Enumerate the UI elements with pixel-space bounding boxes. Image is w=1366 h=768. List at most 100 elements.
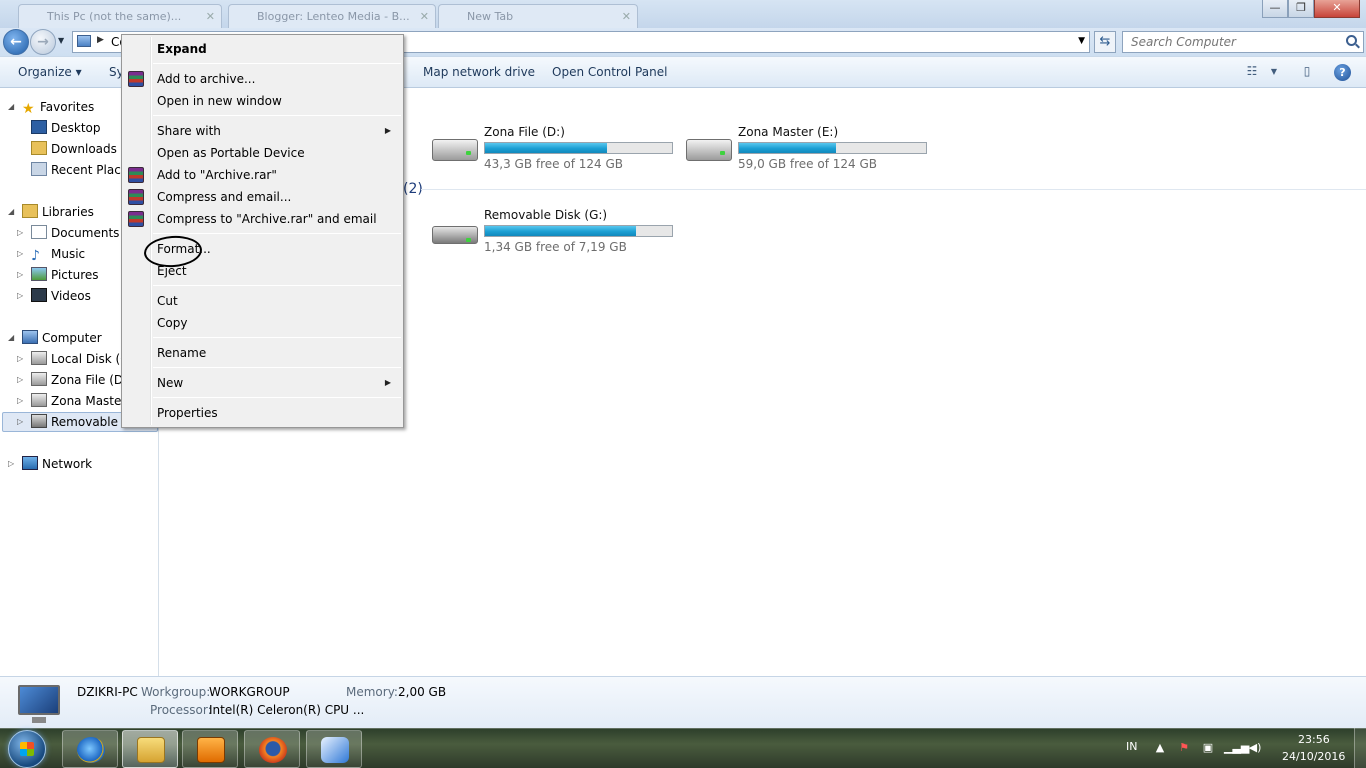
preview-pane-icon[interactable]: ▯ (1297, 64, 1317, 80)
drive-tile[interactable]: Zona File (D:) 43,3 GB free of 124 GB (432, 125, 682, 175)
nav-documents[interactable]: ▷ Documents (17, 223, 119, 243)
menu-item-share-with[interactable]: Share with ▶ (124, 120, 401, 142)
taskbar-explorer[interactable] (122, 730, 178, 768)
nav-desktop[interactable]: Desktop (31, 118, 101, 138)
processor-value: Intel(R) Celeron(R) CPU ... (209, 703, 365, 717)
drive-usage-fill (485, 143, 607, 153)
nav-favorites[interactable]: ◢ ★ Favorites (8, 97, 94, 117)
change-view-icon[interactable]: ☷ (1242, 64, 1262, 80)
libraries-icon (22, 204, 38, 218)
nav-zona-file[interactable]: ▷ Zona File (D:) (17, 370, 132, 390)
menu-separator (153, 397, 401, 398)
nav-recent-places[interactable]: Recent Places (31, 160, 134, 180)
menu-item-compress-email[interactable]: Compress and email... (124, 186, 401, 208)
hard-drive-icon (432, 139, 478, 161)
show-desktop-button[interactable] (1354, 728, 1366, 768)
winrar-icon (128, 189, 144, 205)
nav-videos[interactable]: ▷ Videos (17, 286, 91, 306)
nav-downloads[interactable]: Downloads (31, 139, 117, 159)
menu-separator (153, 233, 401, 234)
desktop-icon (31, 120, 47, 134)
submenu-arrow-icon: ▶ (384, 378, 391, 387)
pictures-icon (31, 267, 47, 281)
menu-item-new[interactable]: New ▶ (124, 372, 401, 394)
action-center-icon[interactable]: ⚑ (1177, 742, 1191, 754)
chevron-down-icon[interactable]: ▼ (1264, 67, 1284, 83)
taskbar-app[interactable] (306, 730, 362, 768)
taskbar: IN ▲ ⚑ ▣ ▁▃▅ ◀) 23:56 24/10/2016 (0, 728, 1366, 768)
nav-network[interactable]: ▷ Network (8, 454, 92, 474)
music-icon: ♪ (31, 248, 40, 264)
map-network-drive-button[interactable]: Map network drive (423, 65, 535, 79)
search-icon[interactable] (1346, 35, 1357, 46)
videos-icon (31, 288, 47, 302)
menu-item-properties[interactable]: Properties (124, 402, 401, 424)
organize-button[interactable]: Organize ▾ (18, 65, 82, 79)
nav-music[interactable]: ▷ ♪ Music (17, 244, 85, 264)
maximize-button[interactable]: ❐ (1288, 0, 1314, 18)
open-control-panel-button[interactable]: Open Control Panel (552, 65, 667, 79)
chevron-right-icon[interactable]: ▶ (97, 35, 104, 45)
minimize-button[interactable]: — (1262, 0, 1288, 18)
hard-drive-icon (686, 139, 732, 161)
help-icon[interactable]: ? (1334, 64, 1351, 81)
nav-zona-master[interactable]: ▷ Zona Master (17, 391, 126, 411)
taskbar-firefox[interactable] (244, 730, 300, 768)
refresh-button[interactable]: ⇆ (1094, 31, 1116, 53)
browser-tab[interactable]: New Tab ✕ (438, 4, 638, 28)
nav-local-disk[interactable]: ▷ Local Disk (C: (17, 349, 133, 369)
documents-icon (31, 225, 47, 239)
menu-item-add-to-archive[interactable]: Add to archive... (124, 68, 401, 90)
clock-time[interactable]: 23:56 (1298, 733, 1330, 746)
chevron-up-icon[interactable]: ▲ (1153, 742, 1167, 754)
bird-app-icon (321, 737, 349, 763)
nav-pictures[interactable]: ▷ Pictures (17, 265, 99, 285)
drive-free-space: 1,34 GB free of 7,19 GB (484, 240, 627, 254)
drive-free-space: 43,3 GB free of 124 GB (484, 157, 623, 171)
menu-item-expand[interactable]: Expand (124, 38, 401, 60)
group-count: (2) (403, 181, 423, 197)
close-button[interactable]: ✕ (1314, 0, 1360, 18)
menu-item-open-new-window[interactable]: Open in new window (124, 90, 401, 112)
language-indicator[interactable]: IN (1126, 740, 1137, 753)
clock-date[interactable]: 24/10/2016 (1282, 750, 1345, 763)
pc-name: DZIKRI-PC (77, 685, 138, 699)
back-button[interactable]: ← (3, 29, 29, 55)
browser-tab-strip: This Pc (not the same)... ✕ Blogger: Lent… (0, 0, 1366, 28)
menu-item-cut[interactable]: Cut (124, 290, 401, 312)
signal-icon[interactable]: ▁▃▅ (1224, 742, 1249, 754)
drive-tile[interactable]: Zona Master (E:) 59,0 GB free of 124 GB (686, 125, 936, 175)
drive-usage-bar (738, 142, 927, 154)
menu-item-add-to-archive-rar[interactable]: Add to "Archive.rar" (124, 164, 401, 186)
browser-tab[interactable]: This Pc (not the same)... ✕ (18, 4, 222, 28)
recent-pages-dropdown[interactable]: ▼ (58, 36, 68, 45)
browser-tab[interactable]: Blogger: Lenteo Media - B... ✕ (228, 4, 436, 28)
usb-device-icon[interactable]: ▣ (1201, 742, 1215, 754)
forward-button[interactable]: → (30, 29, 56, 55)
hard-drive-icon (31, 393, 47, 407)
search-box[interactable] (1122, 31, 1364, 53)
context-menu: Expand Add to archive... Open in new win… (121, 34, 404, 428)
taskbar-media-player[interactable] (182, 730, 238, 768)
nav-removable-disk[interactable]: ▷ Removable Di (17, 412, 134, 432)
firefox-icon (259, 737, 287, 763)
nav-libraries[interactable]: ◢ Libraries (8, 202, 94, 222)
submenu-arrow-icon: ▶ (384, 126, 391, 135)
computer-icon (18, 685, 60, 723)
drive-usage-bar (484, 225, 673, 237)
taskbar-ie[interactable] (62, 730, 118, 768)
nav-computer[interactable]: ◢ Computer (8, 328, 102, 348)
search-input[interactable] (1131, 32, 1341, 52)
downloads-folder-icon (31, 141, 47, 155)
start-button[interactable] (8, 730, 46, 768)
drive-free-space: 59,0 GB free of 124 GB (738, 157, 877, 171)
menu-item-open-portable-device[interactable]: Open as Portable Device (124, 142, 401, 164)
menu-item-compress-rar-email[interactable]: Compress to "Archive.rar" and email (124, 208, 401, 230)
chevron-down-icon[interactable]: ▼ (1078, 36, 1085, 46)
volume-icon[interactable]: ◀) (1248, 742, 1262, 754)
drive-tile[interactable]: Removable Disk (G:) 1,34 GB free of 7,19… (432, 208, 682, 258)
menu-item-rename[interactable]: Rename (124, 342, 401, 364)
menu-item-copy[interactable]: Copy (124, 312, 401, 334)
drive-usage-fill (739, 143, 837, 153)
removable-disk-icon (432, 226, 478, 244)
